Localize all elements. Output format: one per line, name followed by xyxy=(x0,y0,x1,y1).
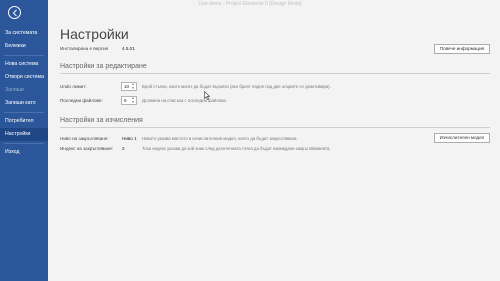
rounding-level-label: Ниво на закръгляване: xyxy=(60,136,109,141)
settings-page: Настройки Инсталирана е версия 4.5.01 По… xyxy=(48,10,500,281)
stepper-down-icon[interactable]: ▼ xyxy=(131,101,135,104)
recent-files-value: 5 xyxy=(124,98,127,103)
more-info-button[interactable]: Повече информация xyxy=(434,44,490,54)
back-button[interactable] xyxy=(8,6,21,19)
backstage-sidebar: За системата Бележки Нова система Отвори… xyxy=(0,0,48,281)
rounding-index-description: Този индекс указва до кой знак след десе… xyxy=(142,146,331,151)
sidebar-item-about[interactable]: За системата xyxy=(0,27,48,40)
rounding-level-description: Нивото указва мястото в изчислителния мо… xyxy=(142,136,298,141)
rounding-level-value: Ниво 1 xyxy=(122,136,137,141)
mouse-cursor-icon xyxy=(204,91,210,100)
undo-limit-stepper[interactable]: 10 ▲ ▼ xyxy=(121,82,137,91)
calc-section-heading: Настройки за изчисления xyxy=(60,117,143,124)
page-title: Настройки xyxy=(60,26,129,42)
sidebar-item-save-as[interactable]: Запиши като xyxy=(0,97,48,110)
sidebar-item-new[interactable]: Нова система xyxy=(0,58,48,71)
recent-files-stepper[interactable]: 5 ▲ ▼ xyxy=(121,96,137,105)
sidebar-item-settings[interactable]: Настройки xyxy=(0,128,48,141)
window-title: Live demo - Project Elements 6 [Design M… xyxy=(198,1,302,7)
sidebar-divider xyxy=(4,143,44,144)
editing-section-heading: Настройки за редактиране xyxy=(60,63,147,70)
undo-limit-description: Брой стъпки, които могат да бъдат върнат… xyxy=(142,84,331,89)
section-divider xyxy=(60,127,490,128)
calc-model-button[interactable]: Изчислителен модел xyxy=(434,133,490,143)
sidebar-item-notes[interactable]: Бележки xyxy=(0,40,48,53)
rounding-index-label: Индекс на закръгляване: xyxy=(60,146,114,151)
recent-files-description: Дължина на списъка с последни файлове. xyxy=(142,98,228,103)
sidebar-item-open[interactable]: Отвори система xyxy=(0,71,48,84)
undo-limit-label: Undo лимит: xyxy=(60,84,87,89)
sidebar-item-user[interactable]: Потребител xyxy=(0,115,48,128)
sidebar-item-exit[interactable]: Изход xyxy=(0,146,48,159)
section-divider xyxy=(60,73,490,74)
stepper-down-icon[interactable]: ▼ xyxy=(131,87,135,90)
arrow-left-icon xyxy=(12,9,17,17)
sidebar-divider xyxy=(4,112,44,113)
undo-limit-value: 10 xyxy=(124,84,130,89)
sidebar-nav: За системата Бележки Нова система Отвори… xyxy=(0,27,48,159)
sidebar-item-save: Запиши xyxy=(5,87,24,93)
rounding-index-value: 2 xyxy=(122,146,125,151)
installed-version-label: Инсталирана е версия xyxy=(60,46,109,51)
installed-version-value: 4.5.01 xyxy=(122,46,135,51)
recent-files-label: Последни файлове: xyxy=(60,98,103,103)
sidebar-divider xyxy=(4,55,44,56)
title-bar: Live demo - Project Elements 6 [Design M… xyxy=(0,0,500,10)
